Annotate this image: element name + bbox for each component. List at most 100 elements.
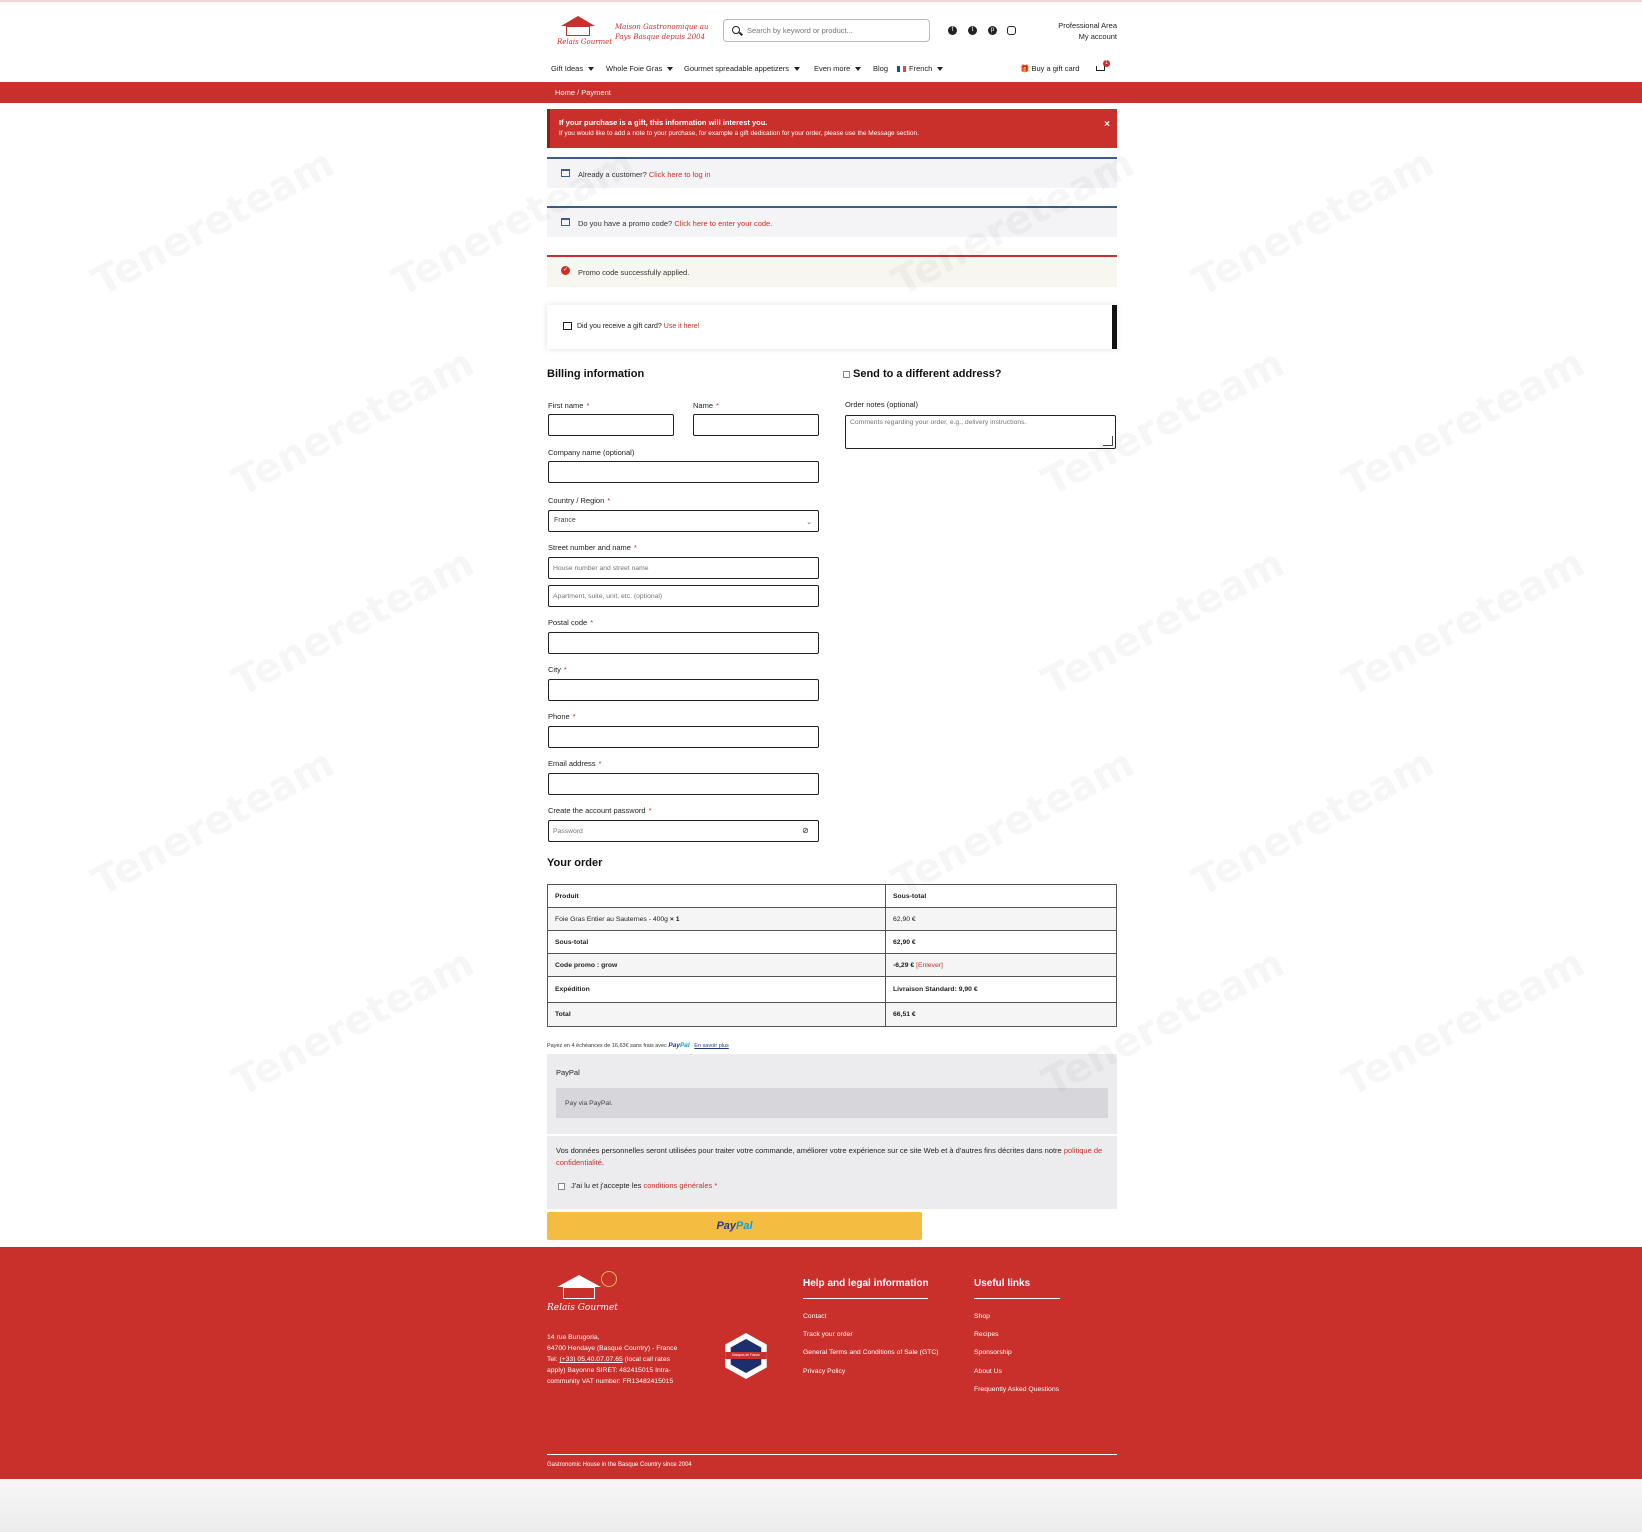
nav-item-blog[interactable]: Blog xyxy=(873,64,888,73)
useful-title: Useful links xyxy=(974,1278,1031,1289)
promo-notice-text: Do you have a promo code? xyxy=(578,219,673,228)
search-bar[interactable] xyxy=(723,19,930,42)
watermark: Tenereteam xyxy=(225,540,482,706)
watermark: Tenereteam xyxy=(1335,940,1592,1106)
city-input[interactable] xyxy=(553,683,814,697)
search-input[interactable] xyxy=(747,23,922,38)
eye-hidden-icon[interactable]: ⊘ xyxy=(802,826,812,835)
nav-item-gourmet-appetizers[interactable]: Gourmet spreadable appetizers xyxy=(684,64,801,73)
table-row: Code promo : grow -6,29 € [Enlever] xyxy=(547,953,1117,977)
account-links: Professional Area My account xyxy=(1020,20,1117,42)
first-name-field[interactable] xyxy=(548,414,674,436)
order-notes-field[interactable] xyxy=(845,415,1116,449)
login-notice: Already a customer? Click here to log in xyxy=(547,157,1117,188)
company-label: Company name (optional) xyxy=(548,448,635,457)
watermark: Tenereteam xyxy=(1185,140,1442,306)
order-notes-textarea[interactable] xyxy=(850,419,1111,433)
phone-field[interactable] xyxy=(548,726,819,748)
help-title: Help and legal information xyxy=(803,1278,929,1289)
first-name-label: First name * xyxy=(548,401,590,410)
footer-copyright: Gastronomic House in the Basque Country … xyxy=(547,1462,692,1468)
total-value: 66,51 € xyxy=(885,1002,1117,1027)
nav-item-even-more[interactable]: Even more xyxy=(814,64,862,73)
table-row: Expédition Livraison Standard: 9,90 € xyxy=(547,976,1117,1003)
apartment-input[interactable] xyxy=(553,589,814,603)
promo-notice: Do you have a promo code? Click here to … xyxy=(547,206,1117,237)
postal-input[interactable] xyxy=(553,636,814,650)
twitter-icon[interactable]: t xyxy=(968,26,977,35)
name-field[interactable] xyxy=(693,414,819,436)
footer-link-about[interactable]: About Us xyxy=(974,1368,1002,1375)
breadcrumb-bar xyxy=(0,82,1642,103)
phone-link[interactable]: (+33) 05.40.07.07.65 xyxy=(559,1356,622,1363)
first-name-input[interactable] xyxy=(553,418,669,432)
watermark: Tenereteam xyxy=(1335,540,1592,706)
phone-input[interactable] xyxy=(553,730,814,744)
caret-down-icon xyxy=(855,67,862,72)
gift-card-link[interactable]: Use it here! xyxy=(664,323,700,330)
remove-promo-link[interactable]: [Enlever] xyxy=(916,962,943,969)
facebook-icon[interactable]: f xyxy=(948,26,957,35)
order-title: Your order xyxy=(547,857,603,869)
search-icon[interactable] xyxy=(732,26,740,34)
apartment-field[interactable] xyxy=(548,585,819,607)
password-field[interactable]: ⊘ xyxy=(548,820,819,842)
postal-field[interactable] xyxy=(548,632,819,654)
password-input[interactable] xyxy=(553,824,814,838)
resize-handle-icon[interactable] xyxy=(1103,436,1113,446)
paypal-button[interactable]: PayPal xyxy=(547,1212,922,1240)
company-field[interactable] xyxy=(548,461,819,483)
footer-logo[interactable]: Relais Gourmet xyxy=(547,1271,627,1319)
nav-item-whole-foie-gras[interactable]: Whole Foie Gras xyxy=(606,64,674,73)
street-input[interactable] xyxy=(553,561,814,575)
cart-icon[interactable]: 1 xyxy=(1095,60,1110,74)
learn-more-link[interactable]: En savoir plus xyxy=(694,1043,729,1049)
email-input[interactable] xyxy=(553,777,814,791)
footer-link-shop[interactable]: Shop xyxy=(974,1313,990,1320)
chevron-down-icon: ⌄ xyxy=(806,519,812,526)
subtotal-label: Sous-total xyxy=(547,930,886,954)
email-field[interactable] xyxy=(548,773,819,795)
site-logo[interactable]: Maison Gastronomique au Pays Basque depu… xyxy=(555,12,715,50)
footer-link-track-order[interactable]: Track your order xyxy=(803,1331,853,1338)
pinterest-icon[interactable]: p xyxy=(988,26,997,35)
breadcrumb: Home / Payment xyxy=(555,88,611,97)
watermark: Tenereteam xyxy=(85,140,342,306)
divider xyxy=(547,1134,1117,1136)
watermark: Tenereteam xyxy=(85,740,342,906)
my-account-link[interactable]: My account xyxy=(1020,31,1117,42)
nav-item-gift-ideas[interactable]: Gift Ideas xyxy=(551,64,595,73)
footer-divider xyxy=(547,1454,1117,1455)
paypal-logo: PayPal xyxy=(668,1042,690,1049)
site-footer: Relais Gourmet 14 rue Burugoria, 64700 H… xyxy=(0,1247,1642,1479)
footer-link-gtc[interactable]: General Terms and Conditions of Sale (GT… xyxy=(803,1349,939,1356)
instagram-icon[interactable] xyxy=(1007,26,1016,35)
close-icon[interactable]: × xyxy=(1104,119,1110,130)
footer-link-recipes[interactable]: Recipes xyxy=(974,1331,999,1338)
buy-gift-card-link[interactable]: 🎁 Buy a gift card xyxy=(1020,64,1079,73)
name-input[interactable] xyxy=(698,418,814,432)
marques-de-france-badge: Marques de France xyxy=(725,1333,767,1379)
country-select[interactable]: France ⌄ xyxy=(548,510,819,532)
payment-method-title[interactable]: PayPal xyxy=(556,1068,580,1077)
footer-link-contact[interactable]: Contact xyxy=(803,1313,826,1320)
street-field[interactable] xyxy=(548,557,819,579)
footer-link-faq[interactable]: Frequently Asked Questions xyxy=(974,1386,1059,1393)
city-label: City * xyxy=(548,665,567,674)
terms-link[interactable]: conditions générales xyxy=(644,1181,713,1190)
table-row: Foie Gras Entier au Sauternes - 400g × 1… xyxy=(547,907,1117,931)
professional-area-link[interactable]: Professional Area xyxy=(1020,20,1117,31)
promo-code-link[interactable]: Click here to enter your code. xyxy=(674,219,772,228)
company-input[interactable] xyxy=(553,465,814,479)
terms-checkbox[interactable] xyxy=(558,1183,565,1190)
footer-link-sponsorship[interactable]: Sponsorship xyxy=(974,1349,1012,1356)
footer-link-privacy[interactable]: Privacy Policy xyxy=(803,1368,845,1375)
city-field[interactable] xyxy=(548,679,819,701)
nav-item-language[interactable]: French xyxy=(897,64,944,73)
watermark: Tenereteam xyxy=(1335,340,1592,506)
terms-label: J'ai lu et j'accepte les conditions géné… xyxy=(571,1181,718,1190)
login-link[interactable]: Click here to log in xyxy=(649,170,711,179)
watermark: Tenereteam xyxy=(225,340,482,506)
phone-label: Phone * xyxy=(548,712,576,721)
ship-different-checkbox[interactable] xyxy=(843,371,850,378)
